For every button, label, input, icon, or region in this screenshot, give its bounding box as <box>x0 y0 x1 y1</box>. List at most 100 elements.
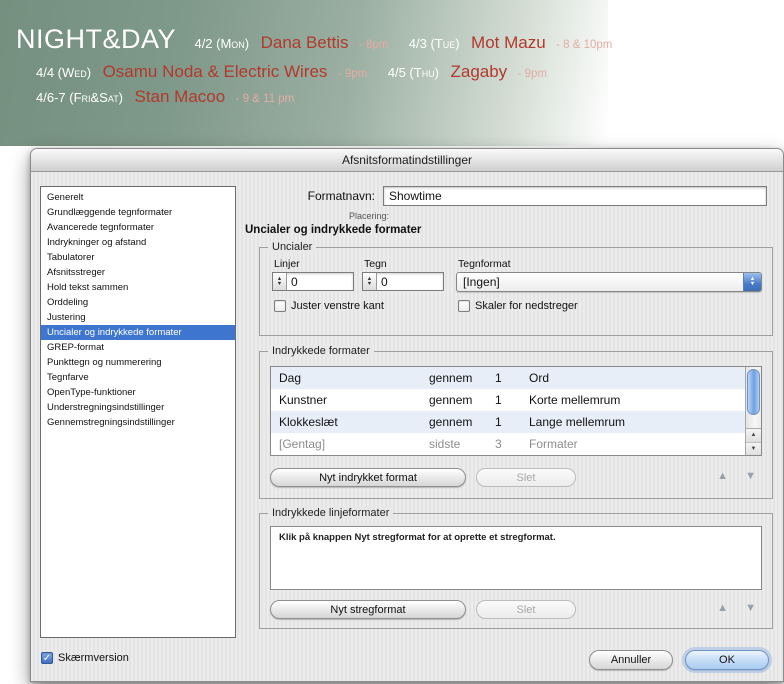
sidebar-item-tegnfarve[interactable]: Tegnfarve <box>41 370 235 385</box>
characters-stepper[interactable]: ▲ ▼ 0 <box>362 272 444 291</box>
table-row[interactable]: Dag gennem 1 Ord <box>271 367 761 389</box>
row-delimiter[interactable]: Formater <box>529 437 745 451</box>
event-time: - 8 & 10pm <box>556 39 613 51</box>
table-scrollbar[interactable]: ▲ ▼ <box>745 367 761 455</box>
event-date: 4/5 (Thu) <box>387 65 440 80</box>
event-band-name: Stan Macoo <box>134 87 226 106</box>
stepper-down-icon[interactable]: ▼ <box>367 281 372 287</box>
scroll-up-icon[interactable]: ▲ <box>746 429 761 442</box>
move-up-icon[interactable]: ▲ <box>717 470 728 482</box>
section-heading: Uncialer og indrykkede formater <box>245 224 422 236</box>
table-row[interactable]: Klokkeslæt gennem 1 Lange mellemrum <box>271 411 761 433</box>
banner-line-3: 4/6-7 (Fri&Sat) Stan Macoo - 9 & 11 pm <box>0 82 608 107</box>
event-date: 4/6-7 (Fri&Sat) <box>36 90 124 105</box>
align-left-edge-label: Juster venstre kant <box>291 300 384 312</box>
event-time: - 9pm <box>517 68 548 80</box>
ok-button-label: OK <box>719 654 735 666</box>
lines-stepper[interactable]: ▲ ▼ 0 <box>272 272 354 291</box>
event-banner: NIGHT&DAY 4/2 (Mon) Dana Bettis - 8pm 4/… <box>0 0 612 146</box>
banner-line-1: NIGHT&DAY 4/2 (Mon) Dana Bettis - 8pm 4/… <box>0 0 612 55</box>
checkbox-box-icon[interactable] <box>274 300 286 312</box>
event-time: - 8pm <box>358 39 389 51</box>
nested-line-styles-list[interactable]: Klik på knappen Nyt stregformat for at o… <box>270 526 762 590</box>
sidebar-item-generelt[interactable]: Generelt <box>41 190 235 205</box>
row-count[interactable]: 3 <box>495 437 529 451</box>
row-delimiter[interactable]: Ord <box>529 371 745 385</box>
dropdown-arrows-icon[interactable]: ▲ ▼ <box>743 273 761 291</box>
scrollbar-thumb[interactable] <box>747 369 760 415</box>
character-style-dropdown[interactable]: [Ingen] ▲ ▼ <box>456 272 762 292</box>
sidebar-item-orddeling[interactable]: Orddeling <box>41 295 235 310</box>
delete-line-style-button[interactable]: Slet <box>476 600 576 619</box>
sidebar-item-grundlaeggende-tegnformater[interactable]: Grundlæggende tegnformater <box>41 205 235 220</box>
row-through-mode[interactable]: gennem <box>429 393 495 407</box>
sidebar-item-justering[interactable]: Justering <box>41 310 235 325</box>
sidebar-item-opentype-funktioner[interactable]: OpenType-funktioner <box>41 385 235 400</box>
checkbox-box-icon[interactable] <box>458 300 470 312</box>
stepper-arrows-icon[interactable]: ▲ ▼ <box>273 273 287 290</box>
location-label: Placering: <box>349 211 390 221</box>
cancel-button[interactable]: Annuller <box>589 650 673 670</box>
sidebar-item-grep-format[interactable]: GREP-format <box>41 340 235 355</box>
nested-styles-group: Indrykkede formater Dag gennem 1 Ord Kun… <box>259 345 773 499</box>
row-count[interactable]: 1 <box>495 415 529 429</box>
preview-checkbox[interactable]: Skærmversion <box>41 652 129 664</box>
event-date: 4/2 (Mon) <box>194 36 250 51</box>
ok-button[interactable]: OK <box>685 650 769 670</box>
checkbox-box-icon[interactable] <box>41 652 53 664</box>
move-down-icon[interactable]: ▼ <box>745 602 756 614</box>
row-style-name[interactable]: Klokkeslæt <box>271 415 429 429</box>
sidebar-item-afsnitsstreger[interactable]: Afsnitsstreger <box>41 265 235 280</box>
row-style-name[interactable]: Kunstner <box>271 393 429 407</box>
new-nested-style-label: Nyt indrykket format <box>319 471 417 484</box>
event-band-name: Dana Bettis <box>260 33 349 52</box>
sidebar-item-tabulatorer[interactable]: Tabulatorer <box>41 250 235 265</box>
format-name-input[interactable] <box>383 186 767 206</box>
sidebar-item-uncialer-og-indrykkede-formater[interactable]: Uncialer og indrykkede formater <box>41 325 235 340</box>
row-count[interactable]: 1 <box>495 371 529 385</box>
table-row[interactable]: Kunstner gennem 1 Korte mellemrum <box>271 389 761 411</box>
stepper-arrows-icon[interactable]: ▲ ▼ <box>363 273 377 290</box>
delete-nested-style-label: Slet <box>516 471 536 484</box>
delete-nested-style-button[interactable]: Slet <box>476 468 576 487</box>
row-delimiter[interactable]: Lange mellemrum <box>529 415 745 429</box>
delete-line-style-label: Slet <box>516 603 536 616</box>
row-style-name[interactable]: Dag <box>271 371 429 385</box>
move-down-icon[interactable]: ▼ <box>745 470 756 482</box>
row-style-name[interactable]: [Gentag] <box>271 437 429 451</box>
sidebar-item-indrykninger-og-afstand[interactable]: Indrykninger og afstand <box>41 235 235 250</box>
sidebar-item-understregningsindstillinger[interactable]: Understregningsindstillinger <box>41 400 235 415</box>
row-through-mode[interactable]: gennem <box>429 371 495 385</box>
scrollbar-arrows[interactable]: ▲ ▼ <box>746 428 761 455</box>
cancel-button-label: Annuller <box>610 654 652 666</box>
scale-for-descenders-label: Skaler for nedstreger <box>475 300 578 312</box>
row-delimiter[interactable]: Korte mellemrum <box>529 393 745 407</box>
scroll-down-icon[interactable]: ▼ <box>746 442 761 455</box>
align-left-edge-checkbox[interactable]: Juster venstre kant <box>274 300 384 312</box>
drop-caps-group: Uncialer Linjer Tegn Tegnformat ▲ ▼ 0 ▲ … <box>259 241 773 336</box>
move-up-icon[interactable]: ▲ <box>717 602 728 614</box>
row-through-mode[interactable]: sidste <box>429 437 495 451</box>
sidebar-item-gennemstregningsindstillinger[interactable]: Gennemstregningsindstillinger <box>41 415 235 430</box>
row-count[interactable]: 1 <box>495 393 529 407</box>
table-row[interactable]: [Gentag] sidste 3 Formater <box>271 433 761 455</box>
row-through-mode[interactable]: gennem <box>429 415 495 429</box>
sidebar-item-punkttegn-og-nummerering[interactable]: Punkttegn og nummerering <box>41 355 235 370</box>
dialog-title: Afsnitsformatindstillinger <box>341 153 473 167</box>
stepper-down-icon[interactable]: ▼ <box>277 281 282 287</box>
event-band-name: Mot Mazu <box>471 33 546 52</box>
new-line-style-button[interactable]: Nyt stregformat <box>270 600 466 619</box>
scale-for-descenders-checkbox[interactable]: Skaler for nedstreger <box>458 300 578 312</box>
paragraph-style-options-dialog: Afsnitsformatindstillinger Generelt Grun… <box>30 148 784 682</box>
characters-value[interactable]: 0 <box>377 273 392 290</box>
event-band-name: Zagaby <box>450 62 508 81</box>
format-name-label: Formatnavn: <box>307 189 375 203</box>
lines-value[interactable]: 0 <box>287 273 302 290</box>
new-nested-style-button[interactable]: Nyt indrykket format <box>270 468 466 487</box>
character-style-label: Tegnformat <box>458 258 511 270</box>
nested-styles-table: Dag gennem 1 Ord Kunstner gennem 1 Korte… <box>270 366 762 456</box>
event-time: - 9 & 11 pm <box>235 93 295 105</box>
sidebar-item-avancerede-tegnformater[interactable]: Avancerede tegnformater <box>41 220 235 235</box>
drop-caps-group-title: Uncialer <box>268 241 317 253</box>
sidebar-item-hold-tekst-sammen[interactable]: Hold tekst sammen <box>41 280 235 295</box>
